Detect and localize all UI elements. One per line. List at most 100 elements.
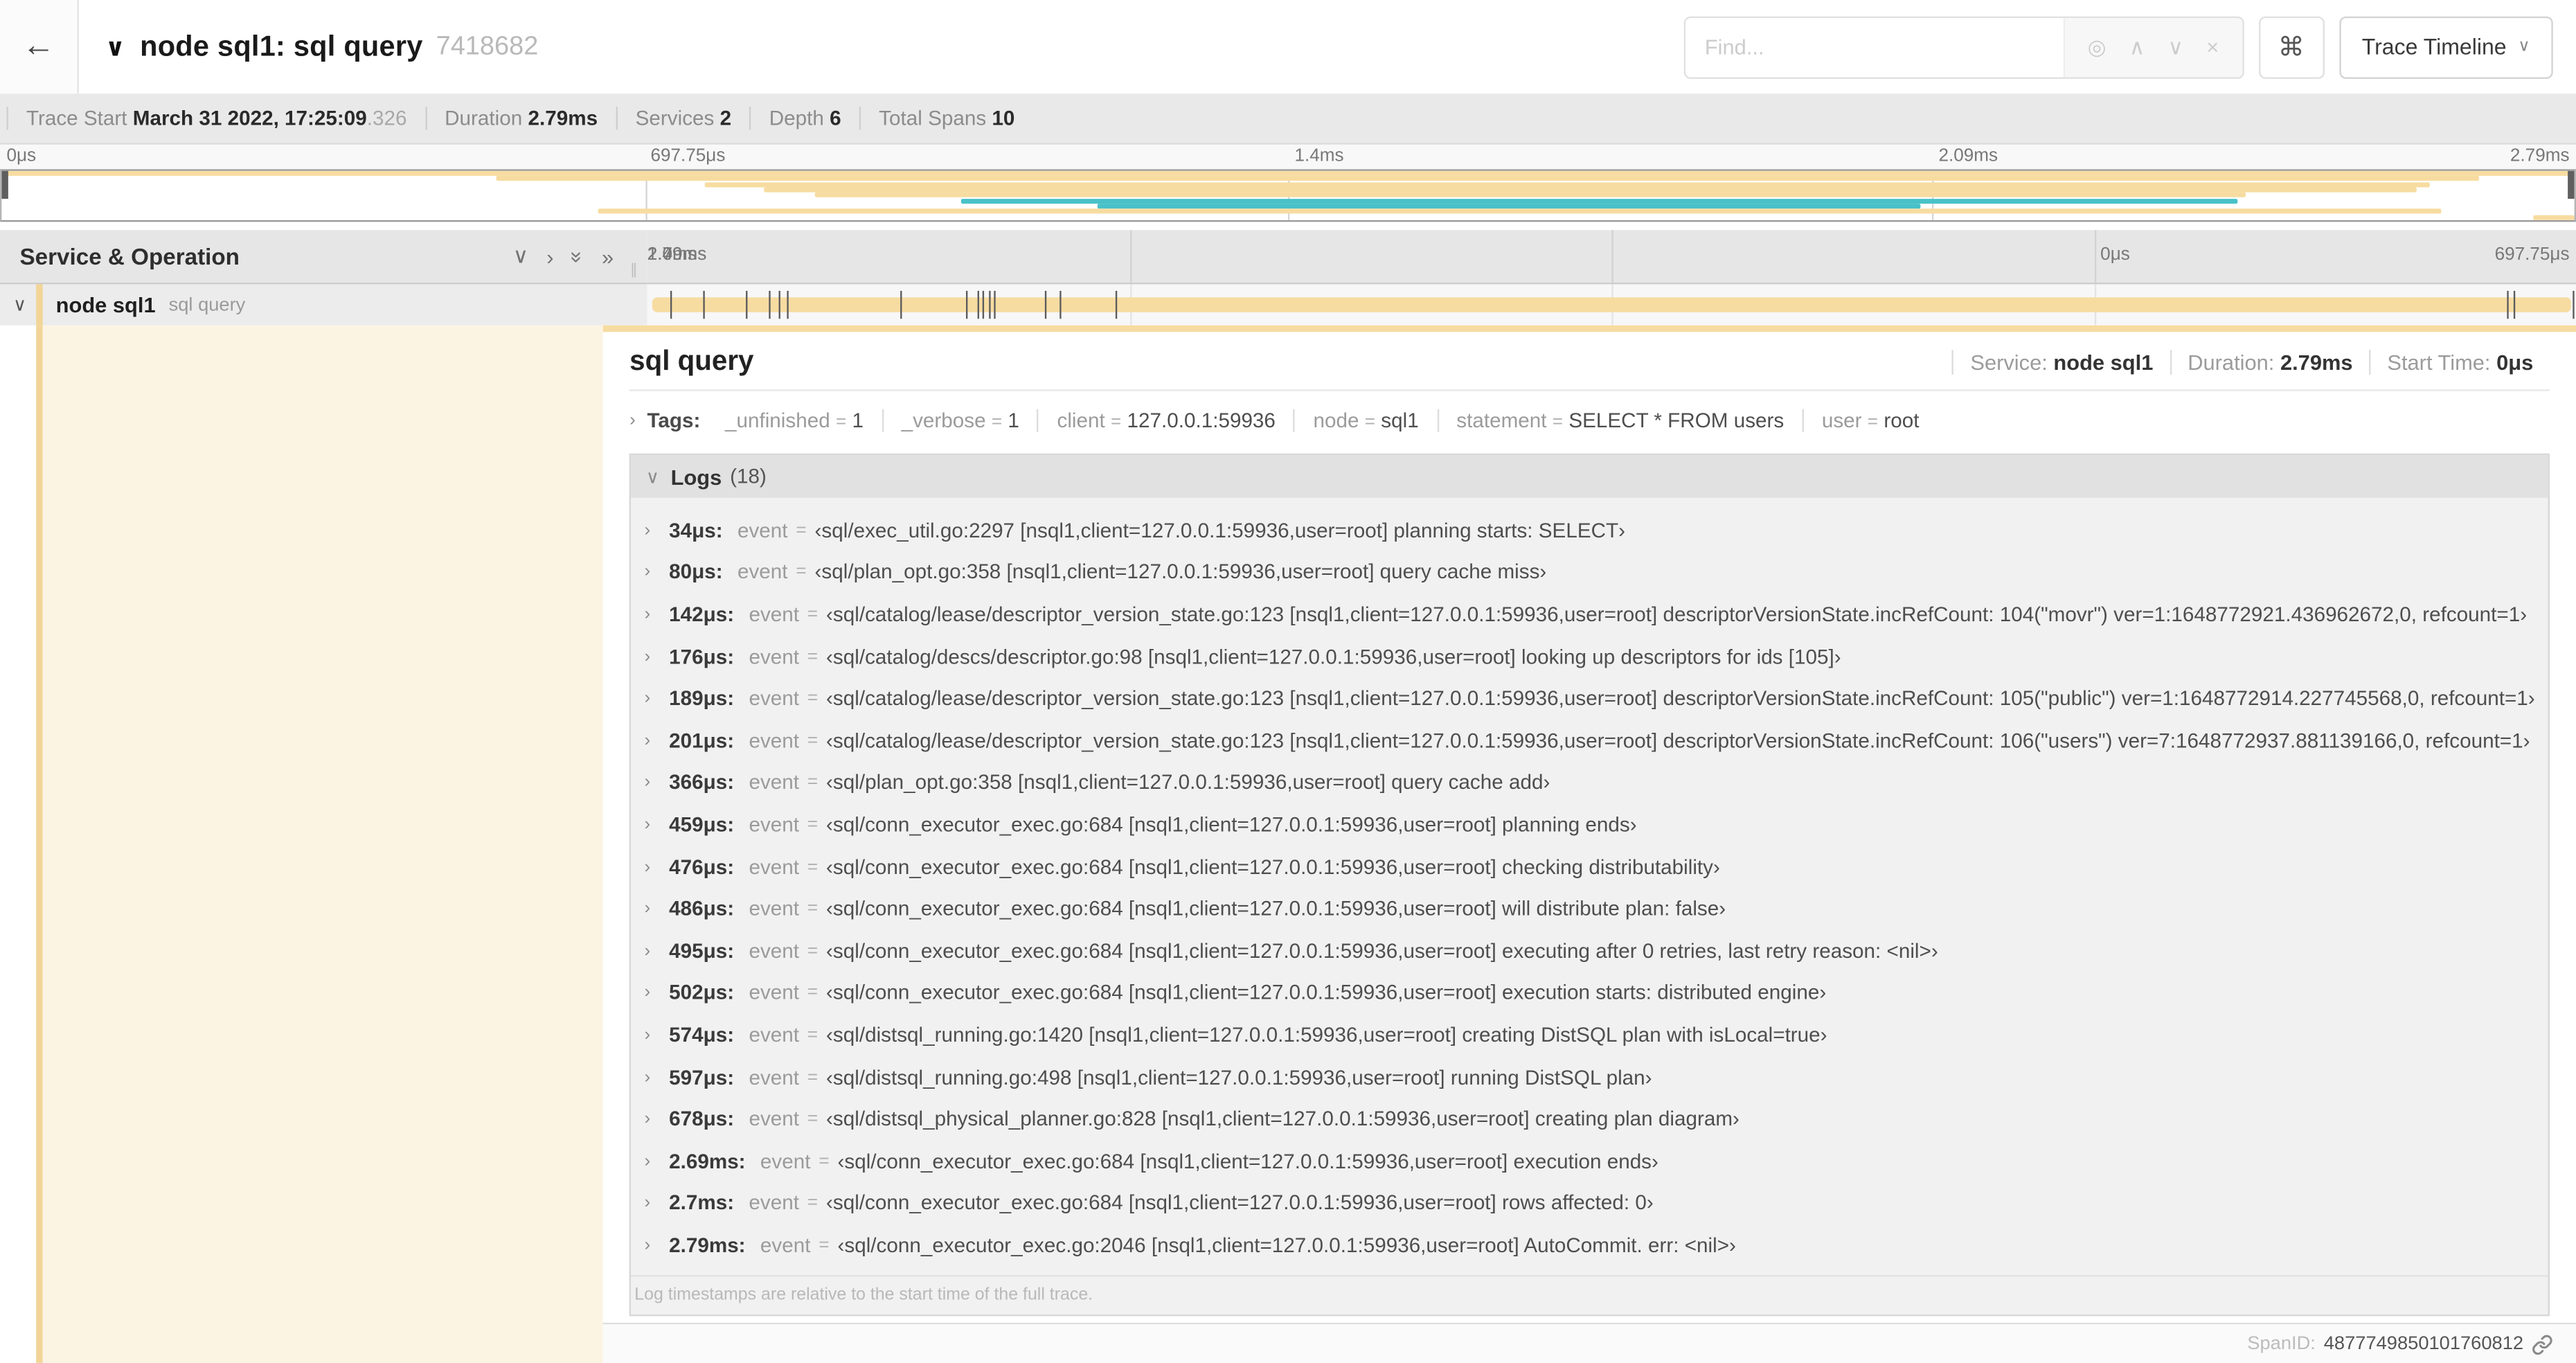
tag-item[interactable]: statement = SELECT * FROM users: [1436, 409, 1803, 432]
tag-item[interactable]: _unfinished = 1: [707, 409, 882, 432]
span-duration-bar[interactable]: [652, 297, 2571, 312]
chevron-right-icon[interactable]: ›: [629, 411, 636, 430]
collapse-all-icon[interactable]: »: [565, 251, 590, 262]
span-id-row: SpanID: 4877749850101760812: [603, 1324, 2576, 1363]
view-options-button[interactable]: Trace Timeline ∨: [2338, 15, 2553, 78]
chevron-right-icon[interactable]: ›: [645, 941, 670, 961]
expand-one-icon[interactable]: ›: [546, 244, 553, 269]
log-timestamp: 459μs:: [669, 813, 735, 837]
log-timestamp: 678μs:: [669, 1107, 735, 1131]
keyboard-shortcuts-button[interactable]: ⌘: [2258, 15, 2325, 78]
logs-header[interactable]: ∨ Logs (18): [631, 455, 2548, 498]
chevron-right-icon[interactable]: ›: [645, 1151, 670, 1170]
tag-item[interactable]: _verbose = 1: [882, 409, 1037, 432]
chevron-right-icon[interactable]: ›: [645, 815, 670, 835]
clear-search-icon[interactable]: ×: [2206, 35, 2219, 60]
span-meta-item: Duration: 2.79ms: [2170, 350, 2370, 375]
column-resizer-grip[interactable]: ∥: [630, 261, 638, 283]
chevron-right-icon[interactable]: ›: [645, 521, 670, 540]
top-nav: ← ∨ node sql1: sql query 7418682 ◎ ∧ ∨ ×…: [0, 0, 2576, 94]
minimap-span-bar: [704, 181, 2431, 187]
log-row[interactable]: › 142μs: event = ‹sql/catalog/lease/desc…: [645, 594, 2535, 636]
span-row-name[interactable]: ∨ node sql1 sql query: [0, 284, 647, 326]
prev-result-icon[interactable]: ∧: [2129, 34, 2145, 60]
tag-item[interactable]: node = sql1: [1294, 409, 1437, 432]
log-row[interactable]: › 2.7ms: event = ‹sql/conn_executor_exec…: [645, 1182, 2535, 1224]
log-row[interactable]: › 574μs: event = ‹sql/distsql_running.go…: [645, 1014, 2535, 1056]
trace-title-wrap: ∨ node sql1: sql query 7418682: [105, 30, 539, 64]
log-marker-tick: [994, 290, 996, 319]
log-row[interactable]: › 2.69ms: event = ‹sql/conn_executor_exe…: [645, 1140, 2535, 1182]
log-marker-tick: [1116, 290, 1118, 319]
chevron-right-icon[interactable]: ›: [645, 688, 670, 708]
log-field-key: event: [749, 897, 800, 920]
log-marker-tick: [988, 290, 991, 319]
minimap-span-bar: [2533, 214, 2575, 220]
chevron-right-icon[interactable]: ›: [645, 605, 670, 624]
log-field-key: event: [749, 645, 800, 668]
find-input[interactable]: [1685, 17, 2064, 77]
viewport-handle-left[interactable]: [1, 170, 8, 199]
chevron-right-icon[interactable]: ›: [645, 562, 670, 582]
viewport-handle-right[interactable]: [2568, 170, 2575, 199]
log-marker-tick: [2514, 290, 2516, 319]
page-title: node sql1: sql query: [140, 29, 423, 63]
span-row-timeline[interactable]: [647, 284, 2576, 326]
equals-sign: =: [807, 814, 819, 835]
back-button[interactable]: ←: [0, 0, 79, 94]
collapse-one-icon[interactable]: ∨: [513, 243, 529, 269]
chevron-right-icon[interactable]: ›: [645, 857, 670, 876]
chevron-right-icon[interactable]: ›: [645, 1067, 670, 1087]
log-row[interactable]: › 201μs: event = ‹sql/catalog/lease/desc…: [645, 720, 2535, 762]
log-row[interactable]: › 2.79ms: event = ‹sql/conn_executor_exe…: [645, 1224, 2535, 1267]
trace-page: ← ∨ node sql1: sql query 7418682 ◎ ∧ ∨ ×…: [0, 0, 2576, 1363]
log-row[interactable]: › 34μs: event = ‹sql/exec_util.go:2297 […: [645, 509, 2535, 551]
timeline-minimap[interactable]: [0, 169, 2576, 222]
log-marker-tick: [983, 290, 985, 319]
trace-info-value: 6: [830, 107, 841, 130]
chevron-down-icon[interactable]: ∨: [13, 294, 33, 315]
timeline-tick-label: 697.75μs: [2494, 244, 2570, 265]
chevron-right-icon[interactable]: ›: [645, 731, 670, 750]
chevron-right-icon[interactable]: ›: [645, 1193, 670, 1213]
span-operation-name: sql query: [168, 294, 246, 315]
equals-sign: =: [819, 1235, 830, 1256]
next-result-icon[interactable]: ∨: [2168, 34, 2184, 60]
chevron-right-icon[interactable]: ›: [645, 1025, 670, 1044]
detail-accent-bar: [603, 325, 2576, 332]
tag-item[interactable]: client = 127.0.0.1:59936: [1037, 409, 1294, 432]
trace-info-item: Services 2: [616, 107, 749, 130]
trace-info-value: 2.79ms: [528, 107, 598, 130]
log-row[interactable]: › 495μs: event = ‹sql/conn_executor_exec…: [645, 930, 2535, 972]
chevron-right-icon[interactable]: ›: [645, 1236, 670, 1255]
expand-all-icon[interactable]: »: [602, 244, 614, 269]
log-row[interactable]: › 176μs: event = ‹sql/catalog/descs/desc…: [645, 636, 2535, 678]
chevron-down-icon[interactable]: ∨: [105, 32, 125, 62]
tags-row[interactable]: › Tags: _unfinished = 1 _verbose = 1 clien…: [629, 401, 2550, 440]
chevron-right-icon[interactable]: ›: [645, 983, 670, 1003]
chevron-right-icon[interactable]: ›: [645, 773, 670, 792]
log-row[interactable]: › 189μs: event = ‹sql/catalog/lease/desc…: [645, 677, 2535, 720]
log-field-value: ‹sql/catalog/descs/descriptor.go:98 [nsq…: [826, 645, 1841, 668]
log-row[interactable]: › 678μs: event = ‹sql/distsql_physical_p…: [645, 1098, 2535, 1141]
focus-icon[interactable]: ◎: [2088, 34, 2107, 60]
span-meta-label: Duration:: [2188, 350, 2275, 375]
log-field-key: event: [749, 1023, 800, 1047]
link-icon[interactable]: [2532, 1333, 2553, 1355]
log-row[interactable]: › 597μs: event = ‹sql/distsql_running.go…: [645, 1056, 2535, 1098]
log-row[interactable]: › 459μs: event = ‹sql/conn_executor_exec…: [645, 803, 2535, 846]
log-row[interactable]: › 366μs: event = ‹sql/plan_opt.go:358 [n…: [645, 762, 2535, 804]
tag-item[interactable]: user = root: [1802, 409, 1937, 432]
chevron-right-icon[interactable]: ›: [645, 899, 670, 918]
log-row[interactable]: › 80μs: event = ‹sql/plan_opt.go:358 [ns…: [645, 551, 2535, 594]
span-detail-region: sql query Service: node sql1 Duration: 2.…: [0, 325, 2576, 1363]
log-row[interactable]: › 502μs: event = ‹sql/conn_executor_exec…: [645, 972, 2535, 1014]
trace-info-label: Depth: [769, 107, 824, 130]
log-row[interactable]: › 486μs: event = ‹sql/conn_executor_exec…: [645, 888, 2535, 930]
log-row[interactable]: › 476μs: event = ‹sql/conn_executor_exec…: [645, 846, 2535, 888]
tag-value: 1: [1008, 409, 1019, 432]
chevron-right-icon[interactable]: ›: [645, 1110, 670, 1129]
tag-key: _unfinished: [724, 409, 830, 432]
chevron-right-icon[interactable]: ›: [645, 647, 670, 666]
chevron-down-icon: ∨: [2518, 37, 2530, 56]
